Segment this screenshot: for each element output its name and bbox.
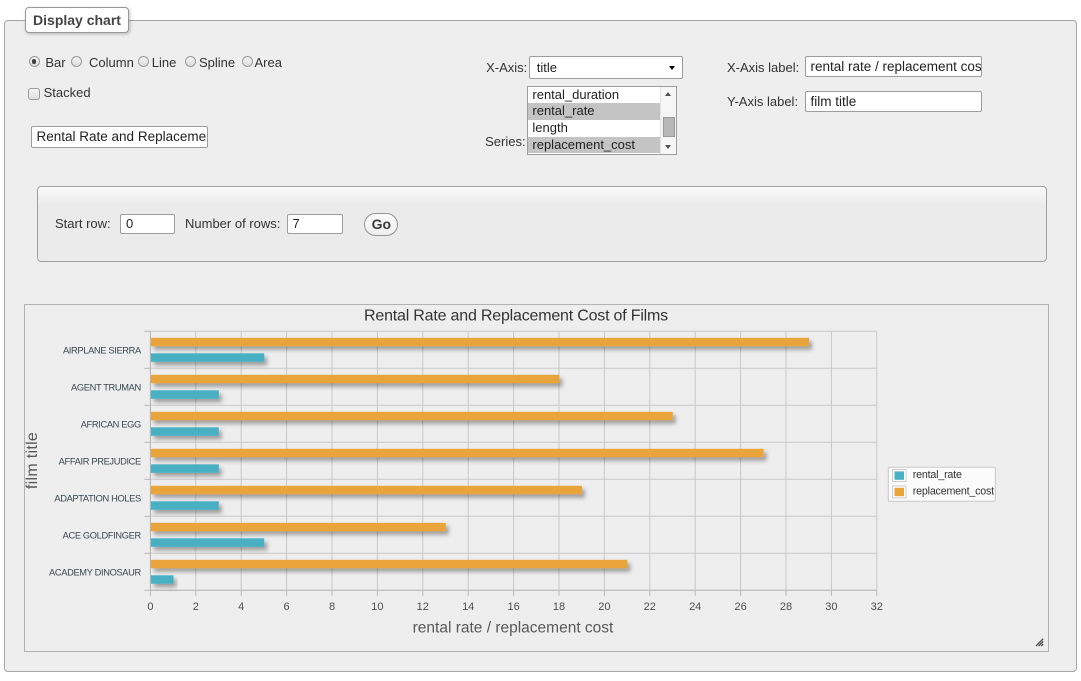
svg-text:film title: film title [25, 432, 41, 489]
svg-text:ACADEMY DINOSAUR: ACADEMY DINOSAUR [49, 568, 141, 578]
svg-text:rental_rate: rental_rate [913, 469, 962, 481]
svg-text:18: 18 [553, 601, 565, 613]
svg-text:2: 2 [193, 601, 199, 613]
svg-text:0: 0 [147, 601, 153, 613]
svg-text:28: 28 [780, 601, 792, 613]
svg-text:AFFAIR PREJUDICE: AFFAIR PREJUDICE [59, 457, 141, 467]
svg-text:30: 30 [825, 601, 837, 613]
svg-text:16: 16 [507, 601, 519, 613]
svg-text:AFRICAN EGG: AFRICAN EGG [81, 420, 141, 430]
svg-text:32: 32 [871, 601, 883, 613]
svg-text:rental rate / replacement cost: rental rate / replacement cost [413, 620, 614, 637]
svg-text:6: 6 [284, 601, 290, 613]
svg-text:22: 22 [644, 601, 656, 613]
svg-text:Rental Rate and Replacement Co: Rental Rate and Replacement Cost of Film… [364, 308, 668, 325]
svg-text:ACE GOLDFINGER: ACE GOLDFINGER [63, 531, 142, 541]
svg-text:ADAPTATION HOLES: ADAPTATION HOLES [54, 494, 141, 504]
svg-text:24: 24 [689, 601, 701, 613]
svg-text:10: 10 [371, 601, 383, 613]
svg-text:4: 4 [238, 601, 244, 613]
svg-text:8: 8 [329, 601, 335, 613]
svg-text:replacement_cost: replacement_cost [913, 485, 994, 497]
svg-text:12: 12 [417, 601, 429, 613]
svg-text:26: 26 [734, 601, 746, 613]
svg-text:14: 14 [462, 601, 474, 613]
svg-text:AGENT TRUMAN: AGENT TRUMAN [71, 383, 141, 393]
svg-text:AIRPLANE SIERRA: AIRPLANE SIERRA [63, 346, 142, 356]
svg-text:20: 20 [598, 601, 610, 613]
